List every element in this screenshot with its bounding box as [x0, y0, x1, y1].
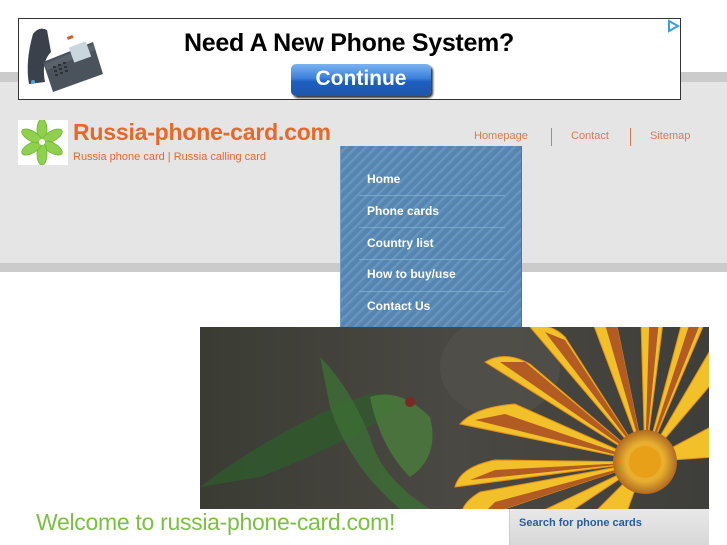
nav-item-country-list[interactable]: Country list	[359, 227, 505, 259]
site-tagline: Russia phone card | Russia calling card	[73, 151, 267, 163]
flower-banner-image	[200, 327, 709, 509]
site-title[interactable]: Russia-phone-card.com	[73, 119, 331, 146]
search-box-title: Search for phone cards	[519, 517, 642, 529]
top-link-separator	[551, 128, 552, 146]
adchoices-icon[interactable]	[666, 19, 680, 33]
flower-logo-icon[interactable]	[18, 120, 68, 165]
nav-item-how-to-buy[interactable]: How to buy/use	[359, 258, 505, 290]
top-link-contact[interactable]: Contact	[571, 130, 609, 142]
phone-icon	[23, 22, 105, 98]
nav-item-home[interactable]: Home	[359, 163, 505, 195]
welcome-heading: Welcome to russia-phone-card.com!	[36, 509, 396, 535]
nav-item-phone-cards[interactable]: Phone cards	[359, 195, 505, 227]
ad-banner[interactable]: Need A New Phone System? Continue	[18, 18, 681, 100]
search-phone-cards-box: Search for phone cards	[509, 509, 709, 545]
ad-continue-button[interactable]: Continue	[291, 64, 431, 96]
top-link-sitemap[interactable]: Sitemap	[650, 130, 690, 142]
nav-item-contact-us[interactable]: Contact Us	[359, 290, 505, 322]
ad-headline: Need A New Phone System?	[184, 29, 514, 57]
top-link-separator	[630, 128, 631, 146]
main-nav-menu: Home Phone cards Country list How to buy…	[340, 146, 522, 328]
page: Need A New Phone System? Continue Russia…	[0, 0, 727, 545]
top-link-homepage[interactable]: Homepage	[474, 130, 528, 142]
